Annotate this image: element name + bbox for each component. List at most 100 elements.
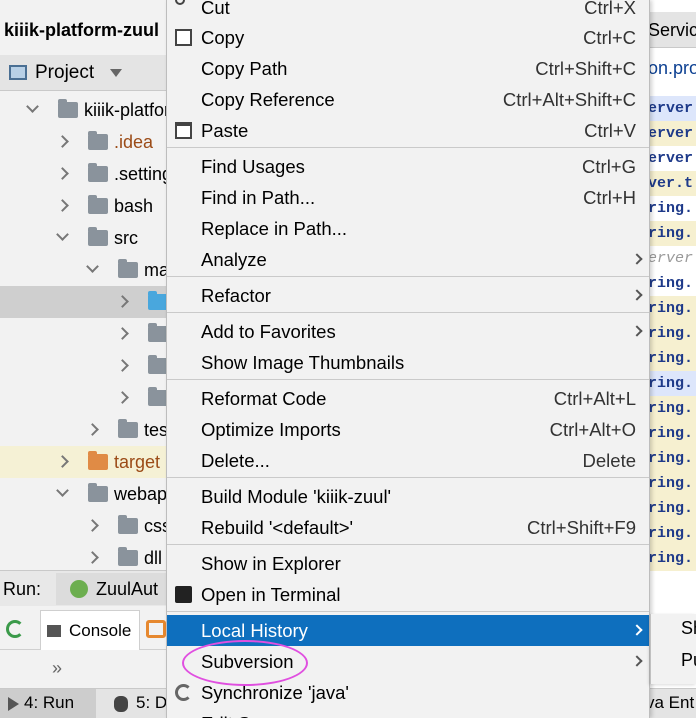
chevron-right-icon[interactable] [116,327,129,340]
menu-item-copy[interactable]: Copy Ctrl+C [167,22,649,53]
menu-separator [167,477,649,478]
breadcrumb[interactable]: kiiik-platform-zuul [0,12,168,48]
tree-node[interactable]: wa [0,350,168,382]
folder-icon [88,483,108,502]
menu-item-add-to-favorites[interactable]: Add to Favorites [167,316,649,347]
tree-node[interactable]: src [0,222,168,254]
more-chevron-icon[interactable]: » [52,658,62,679]
menu-item-shortcut: Delete [582,450,636,471]
paste-icon [175,122,192,139]
tree-node[interactable]: target [0,446,168,478]
tree-node[interactable]: .settings [0,158,168,190]
chevron-right-icon[interactable] [86,519,99,532]
menu-item-label: Copy Path [201,58,288,79]
code-line: erver. [648,121,696,146]
tree-node[interactable]: java [0,286,168,318]
folder-icon [148,355,168,374]
menu-item-delete[interactable]: Delete... Delete [167,445,649,476]
code-line: ring. [648,200,694,217]
menu-item-label: Reformat Code [201,388,327,409]
chevron-right-icon[interactable] [116,391,129,404]
menu-item-shortcut: Ctrl+Shift+C [535,58,636,79]
menu-item-copy-path[interactable]: Copy Path Ctrl+Shift+C [167,53,649,84]
menu-item-shortcut: Ctrl+Alt+L [553,388,636,409]
tree-node-label: css [144,516,168,536]
menu-item-shortcut: Ctrl+Alt+Shift+C [502,89,636,110]
folder-icon [88,451,108,470]
tab-java-enterprise[interactable]: va Ent [646,693,694,713]
menu-item-show-in-explorer[interactable]: Show in Explorer [167,548,649,579]
rerun-icon[interactable] [6,620,24,638]
menu-item-label: Edit Sc [201,708,260,718]
project-view-selector[interactable]: Project [0,55,168,91]
run-config-tab[interactable]: ZuulAut [56,573,168,605]
menu-item-cut[interactable]: Cut Ctrl+X [167,0,649,23]
menu-item-show-image-thumbnails[interactable]: Show Image Thumbnails [167,347,649,378]
tree-node[interactable]: test [0,414,168,446]
chevron-right-icon[interactable] [56,455,69,468]
terminal-icon [175,586,192,603]
tree-node[interactable]: main [0,254,168,286]
menu-item-label: Replace in Path... [201,218,348,239]
chevron-right-icon[interactable] [56,167,69,180]
chevron-down-icon[interactable] [110,69,122,77]
tree-node-label: webapp [114,484,168,504]
menu-item-replace-in-path[interactable]: Replace in Path... [167,213,649,244]
tree-node[interactable]: css [0,510,168,542]
tab-run-label: 4: Run [24,693,75,712]
code-line: ring. [648,471,696,496]
menu-item-find-usages[interactable]: Find Usages Ctrl+G [167,151,649,182]
chevron-right-icon[interactable] [116,295,129,308]
menu-item-reformat-code[interactable]: Reformat Code Ctrl+Alt+L [167,383,649,414]
code-line: ring. [648,546,696,571]
menu-item-refactor[interactable]: Refactor [167,280,649,311]
folder-icon [118,515,138,534]
tree-node[interactable]: bash [0,190,168,222]
menu-item-find-in-path[interactable]: Find in Path... Ctrl+H [167,182,649,213]
tree-node[interactable]: .idea [0,126,168,158]
menu-item-label: Show in Explorer [201,553,341,574]
code-line: erver. [648,96,696,121]
folder-icon [148,387,168,406]
menu-item-analyze[interactable]: Analyze [167,244,649,275]
tree-node[interactable]: we [0,382,168,414]
tree-node[interactable]: webapp [0,478,168,510]
console-subbar: » [0,650,168,686]
tab-console[interactable]: Console [40,610,140,650]
code-line: ring. [648,321,696,346]
chevron-down-icon[interactable] [26,100,39,113]
menu-item-open-in-terminal[interactable]: Open in Terminal [167,579,649,610]
menu-separator [167,312,649,313]
tab-debug-label: 5: D [136,693,168,712]
chevron-right-icon[interactable] [86,423,99,436]
chevron-right-icon[interactable] [56,135,69,148]
menu-item-rebuild-default[interactable]: Rebuild '<default>' Ctrl+Shift+F9 [167,512,649,543]
editor-tab[interactable]: Servic [648,12,696,48]
menu-item-label: Refactor [201,285,271,306]
folder-icon [88,163,108,182]
chevron-down-icon[interactable] [56,228,69,241]
submenu-item[interactable]: Pu [681,650,696,671]
chevron-right-icon[interactable] [56,199,69,212]
menu-item-copy-reference[interactable]: Copy Reference Ctrl+Alt+Shift+C [167,84,649,115]
chevron-down-icon[interactable] [86,260,99,273]
menu-item-label: Optimize Imports [201,419,341,440]
chevron-right-icon[interactable] [116,359,129,372]
tab-run[interactable]: 4: Run [0,689,96,718]
submenu-item[interactable]: Sh [681,618,696,639]
menu-item-optimize-imports[interactable]: Optimize Imports Ctrl+Alt+O [167,414,649,445]
chevron-down-icon[interactable] [56,484,69,497]
tree-node[interactable]: resources [0,318,168,350]
menu-item-build-module-kiiik-zuul[interactable]: Build Module 'kiiik-zuul' [167,481,649,512]
play-icon [8,697,19,711]
folder-icon [88,227,108,246]
endpoints-icon[interactable] [146,620,166,638]
menu-item-paste[interactable]: Paste Ctrl+V [167,115,649,146]
chevron-right-icon[interactable] [86,551,99,564]
spring-boot-icon [70,580,88,598]
menu-item-edit-sc[interactable]: Edit Sc [167,708,649,718]
menu-item-label: Find in Path... [201,187,316,208]
code-line: ring. [648,275,694,292]
tree-node-label: .idea [114,132,154,152]
tree-node[interactable]: kiiik-platform [0,94,168,126]
